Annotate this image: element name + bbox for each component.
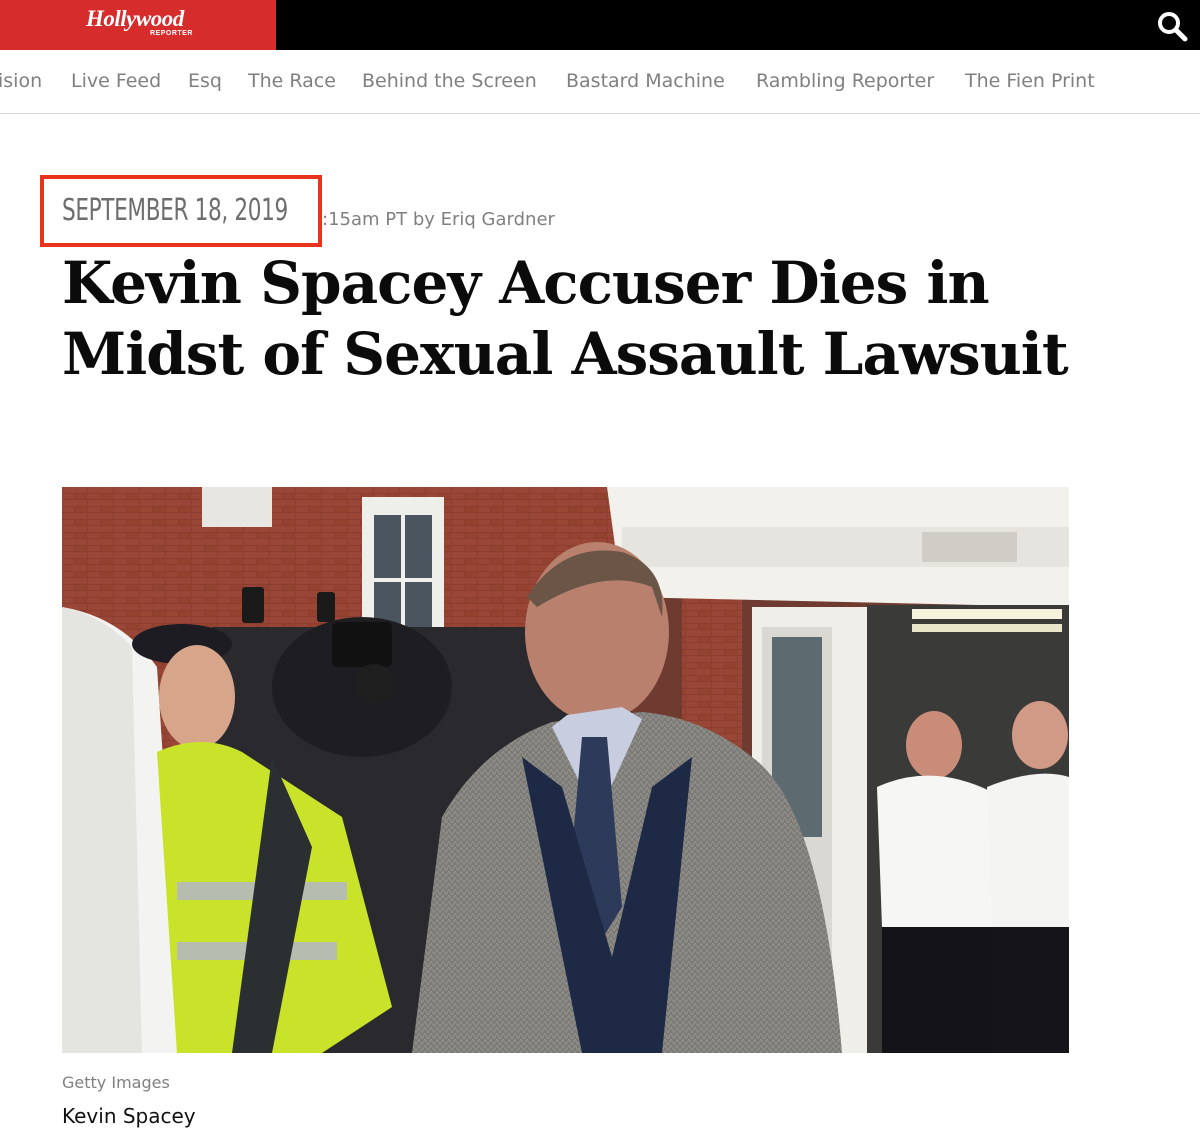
photo-caption: Kevin Spacey bbox=[62, 1104, 196, 1128]
date-highlight-box bbox=[40, 175, 322, 247]
nav-item-the-race[interactable]: The Race bbox=[248, 70, 336, 92]
nav-item-bastard-machine[interactable]: Bastard Machine bbox=[566, 70, 725, 92]
nav-item-live-feed[interactable]: Live Feed bbox=[71, 70, 161, 92]
article-byline: :15am PT by Eriq Gardner bbox=[322, 209, 555, 230]
article-headline: Kevin Spacey Accuser Dies in Midst of Se… bbox=[62, 249, 1069, 388]
nav-item-rambling-reporter[interactable]: Rambling Reporter bbox=[756, 70, 934, 92]
photo-credit: Getty Images bbox=[62, 1073, 170, 1092]
logo-text: Hollywood bbox=[86, 6, 184, 31]
article-photo bbox=[62, 487, 1069, 1053]
nav-item-television[interactable]: ision bbox=[0, 70, 42, 92]
logo-subtext: REPORTER bbox=[150, 30, 193, 37]
section-nav: ision Live Feed Esq The Race Behind the … bbox=[0, 50, 1200, 114]
site-logo[interactable]: Hollywood REPORTER bbox=[0, 0, 276, 50]
search-icon[interactable] bbox=[1156, 10, 1188, 42]
nav-item-the-fien-print[interactable]: The Fien Print bbox=[965, 70, 1095, 92]
top-bar: Hollywood REPORTER bbox=[0, 0, 1200, 50]
nav-item-esq[interactable]: Esq bbox=[188, 70, 222, 92]
nav-item-behind-the-screen[interactable]: Behind the Screen bbox=[362, 70, 537, 92]
